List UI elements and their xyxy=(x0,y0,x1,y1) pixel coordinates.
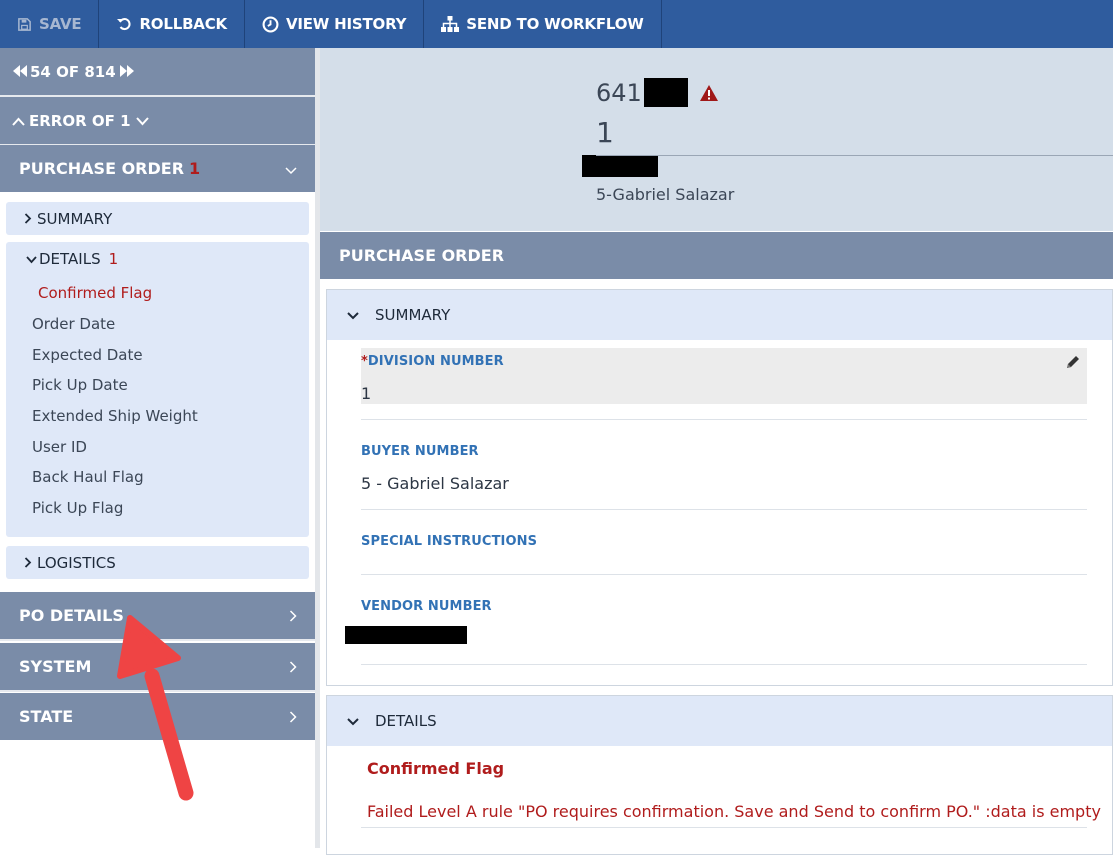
pager-label: 54 OF 814 xyxy=(30,62,116,81)
details-toggle[interactable]: DETAILS 1 xyxy=(6,242,309,275)
nav-section-po-details[interactable]: PO DETAILS xyxy=(0,592,315,639)
sidebar: 54 OF 814 ERROR OF 1 PURCHASE ORDER 1 SU… xyxy=(0,48,315,848)
save-button[interactable]: SAVE xyxy=(0,0,100,48)
details-panel-title: DETAILS xyxy=(375,712,437,730)
error-count-badge: 1 xyxy=(189,159,201,178)
chevron-right-icon xyxy=(289,607,297,626)
state-label: STATE xyxy=(19,707,74,726)
section-title-purchase-order: PURCHASE ORDER xyxy=(320,232,1113,279)
redacted-vendor-value xyxy=(345,626,467,644)
main-content: 641 1 5-Gabriel Salazar PURCHASE ORDER S… xyxy=(320,48,1113,855)
nav-subsection-logistics[interactable]: LOGISTICS xyxy=(6,546,309,579)
vendor-number-label: VENDOR NUMBER xyxy=(361,599,492,614)
save-label: SAVE xyxy=(39,15,82,33)
logistics-label: LOGISTICS xyxy=(37,553,116,572)
details-panel: DETAILS Confirmed Flag Failed Level A ru… xyxy=(326,695,1113,855)
chevron-right-icon xyxy=(24,554,32,572)
system-label: SYSTEM xyxy=(19,657,92,676)
send-to-workflow-label: SEND TO WORKFLOW xyxy=(466,15,644,33)
field-link-expected-date[interactable]: Expected Date xyxy=(32,346,143,364)
chevron-right-icon xyxy=(289,708,297,727)
record-number: 1 xyxy=(596,116,614,149)
chevron-down-icon xyxy=(285,160,297,179)
redacted-block xyxy=(643,78,688,107)
division-number-label: *DIVISION NUMBER xyxy=(361,354,504,369)
header-divider xyxy=(596,155,1113,156)
record-pager: 54 OF 814 xyxy=(0,48,315,95)
chevron-up-icon[interactable] xyxy=(12,112,25,130)
next-record-icon[interactable] xyxy=(119,63,135,81)
details-panel-header[interactable]: DETAILS xyxy=(327,696,1112,746)
error-count-badge: 1 xyxy=(108,249,119,268)
pencil-icon[interactable] xyxy=(1065,354,1081,374)
field-link-extended-ship-weight[interactable]: Extended Ship Weight xyxy=(32,407,198,425)
chevron-right-icon xyxy=(289,658,297,677)
buyer-number-value[interactable]: 5 - Gabriel Salazar xyxy=(361,474,509,493)
send-to-workflow-button[interactable]: SEND TO WORKFLOW xyxy=(424,0,662,48)
error-nav-label: ERROR OF 1 xyxy=(29,111,131,130)
chevron-down-icon[interactable] xyxy=(135,112,149,130)
error-navigator: ERROR OF 1 xyxy=(0,97,315,144)
redacted-block xyxy=(582,155,658,177)
confirmed-flag-error-title: Confirmed Flag xyxy=(367,759,505,778)
toolbar: SAVE ROLLBACK VIEW HISTORY SEND TO WORKF… xyxy=(0,0,1113,48)
nav-section-state[interactable]: STATE xyxy=(0,693,315,740)
field-link-confirmed-flag[interactable]: Confirmed Flag xyxy=(38,284,152,302)
field-link-user-id[interactable]: User ID xyxy=(32,438,87,456)
po-details-label: PO DETAILS xyxy=(19,606,124,625)
special-instructions-label: SPECIAL INSTRUCTIONS xyxy=(361,534,538,549)
record-id-prefix: 641 xyxy=(596,78,642,107)
prev-record-icon[interactable] xyxy=(12,63,28,81)
undo-icon xyxy=(116,16,132,32)
chevron-down-icon xyxy=(347,306,359,324)
summary-panel-header[interactable]: SUMMARY xyxy=(327,290,1112,340)
required-marker: * xyxy=(361,354,368,369)
details-label: DETAILS xyxy=(39,249,101,268)
clock-icon xyxy=(262,16,279,33)
view-history-label: VIEW HISTORY xyxy=(285,15,407,33)
summary-panel-title: SUMMARY xyxy=(375,306,451,324)
warning-icon xyxy=(699,84,719,102)
view-history-button[interactable]: VIEW HISTORY xyxy=(245,0,425,48)
summary-label: SUMMARY xyxy=(37,209,113,228)
confirmed-flag-error-message: Failed Level A rule "PO requires confirm… xyxy=(367,802,1101,821)
buyer-number-label: BUYER NUMBER xyxy=(361,444,479,459)
rollback-label: ROLLBACK xyxy=(139,15,227,33)
field-link-back-haul-flag[interactable]: Back Haul Flag xyxy=(32,468,144,486)
purchase-order-label: PURCHASE ORDER xyxy=(19,159,185,178)
record-buyer: 5-Gabriel Salazar xyxy=(596,185,735,204)
save-icon xyxy=(17,17,32,32)
nav-subsection-summary[interactable]: SUMMARY xyxy=(6,202,309,235)
rollback-button[interactable]: ROLLBACK xyxy=(99,0,245,48)
field-link-pick-up-date[interactable]: Pick Up Date xyxy=(32,376,128,394)
nav-section-purchase-order[interactable]: PURCHASE ORDER 1 xyxy=(0,145,315,192)
chevron-down-icon xyxy=(347,712,359,730)
field-link-order-date[interactable]: Order Date xyxy=(32,315,115,333)
summary-panel: SUMMARY *DIVISION NUMBER 1 BUYER NUMBER … xyxy=(326,289,1113,686)
chevron-down-icon xyxy=(26,250,37,268)
nav-section-system[interactable]: SYSTEM xyxy=(0,643,315,690)
chevron-right-icon xyxy=(24,210,32,228)
record-id: 641 xyxy=(596,78,719,107)
sitemap-icon xyxy=(441,16,460,32)
record-header: 641 1 5-Gabriel Salazar xyxy=(320,48,1113,231)
field-link-pick-up-flag[interactable]: Pick Up Flag xyxy=(32,499,123,517)
division-number-value: 1 xyxy=(361,384,372,403)
